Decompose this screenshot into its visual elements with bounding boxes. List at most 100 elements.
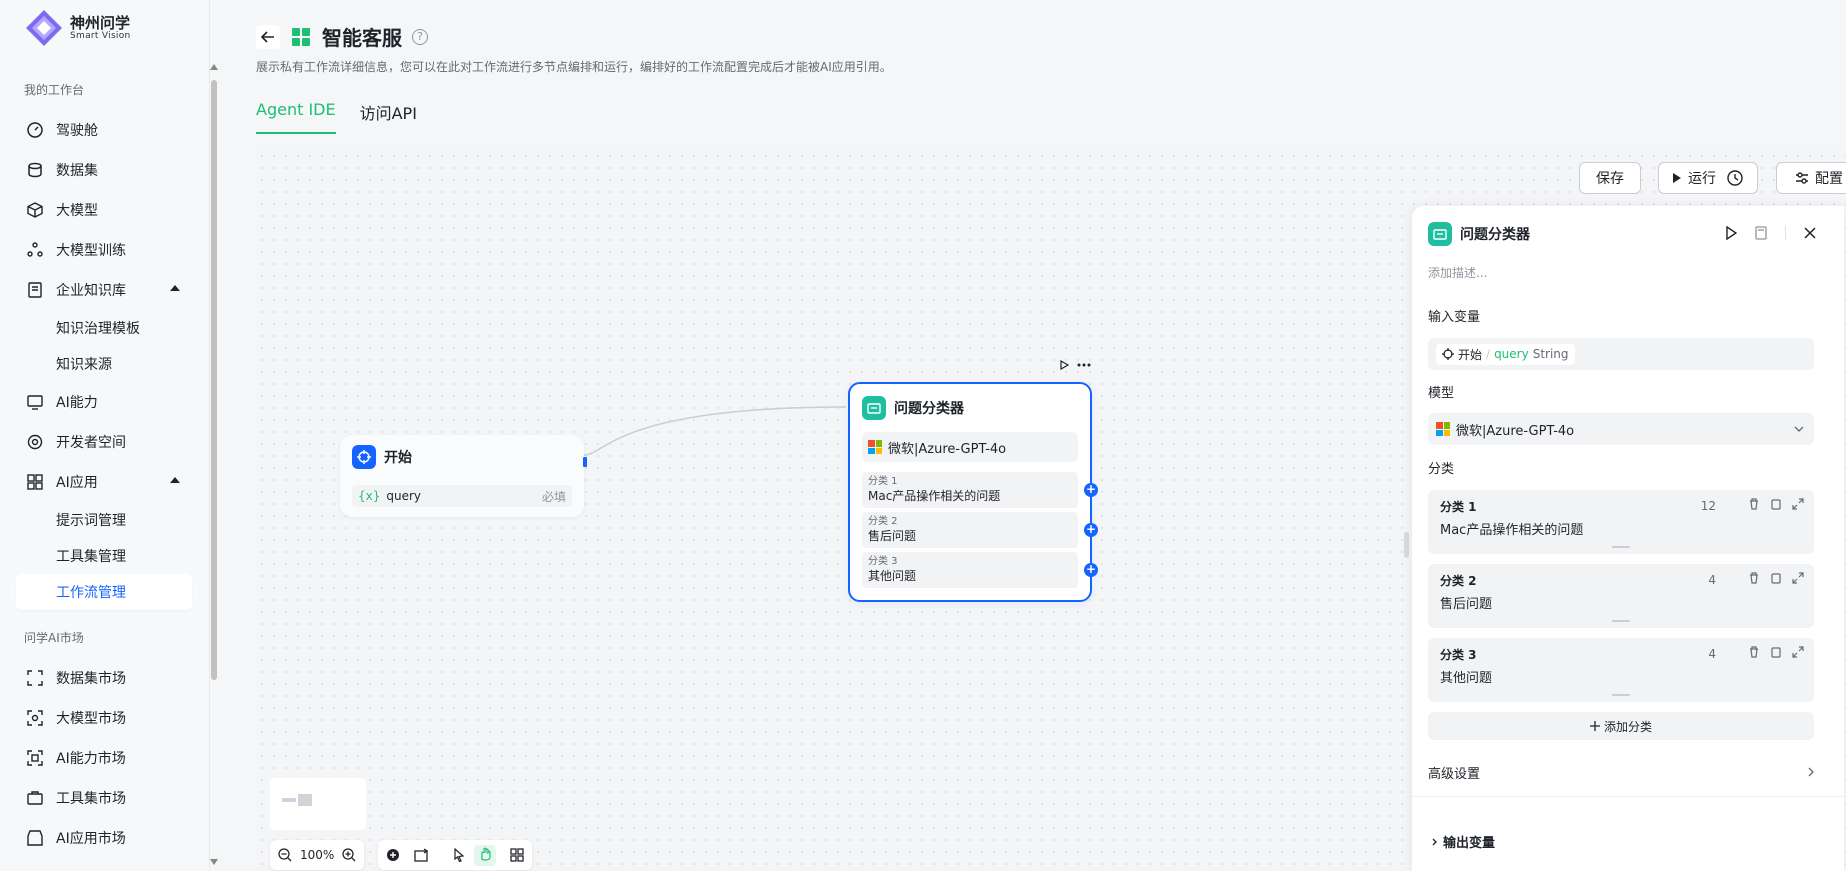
document-icon[interactable] xyxy=(1755,226,1767,240)
start-node[interactable]: 开始 {x} query 必填 xyxy=(340,435,587,517)
classification-item[interactable]: 分类 2 售后问题 4 xyxy=(1428,564,1814,628)
brand-logo[interactable]: 神州问学 Smart Vision xyxy=(24,8,131,48)
output-vars-toggle[interactable]: 输出变量 xyxy=(1432,832,1495,851)
nav-sub-prompt[interactable]: 提示词管理 xyxy=(16,502,192,538)
close-icon[interactable] xyxy=(1804,227,1816,239)
zoom-in-icon[interactable] xyxy=(342,848,356,862)
add-branch-plus-icon[interactable]: + xyxy=(1084,523,1098,537)
nav-item-ability-market[interactable]: AI能力市场 xyxy=(16,738,192,778)
drag-grip[interactable] xyxy=(1612,694,1630,696)
widgets-icon[interactable] xyxy=(510,848,524,862)
char-count: 4 xyxy=(1708,647,1716,661)
copy-icon[interactable] xyxy=(1770,572,1782,584)
main-area: 智能客服 ? 展示私有工作流详细信息，您可以在此对工作流进行多节点编排和运行，编… xyxy=(222,0,1846,871)
minimap-node xyxy=(282,798,296,802)
classification-item[interactable]: 分类 1 Mac产品操作相关的问题 12 xyxy=(1428,490,1814,554)
edge-connector xyxy=(583,406,847,456)
trash-icon[interactable] xyxy=(1748,646,1760,658)
config-button[interactable]: 配置 xyxy=(1776,162,1846,194)
collapse-caret-icon[interactable] xyxy=(170,285,180,291)
nav-item-toolset-market[interactable]: 工具集市场 xyxy=(16,778,192,818)
scroll-down-icon[interactable] xyxy=(210,859,218,865)
copy-icon[interactable] xyxy=(1770,646,1782,658)
expand-icon[interactable] xyxy=(1792,572,1804,584)
divider xyxy=(1785,226,1786,240)
start-output-handle[interactable] xyxy=(583,457,587,467)
nav-label: 工具集市场 xyxy=(56,791,126,807)
nav-sub-workflow[interactable]: 工作流管理 xyxy=(16,574,192,610)
model-select[interactable]: 微软|Azure-GPT-4o xyxy=(1428,413,1814,445)
classification-item-text[interactable]: Mac产品操作相关的问题 xyxy=(1440,519,1802,538)
collapse-caret-icon[interactable] xyxy=(170,477,180,483)
advanced-settings-row[interactable]: 高级设置 xyxy=(1428,760,1814,784)
nav-item-ai-app[interactable]: AI应用 xyxy=(16,462,192,502)
nav-sub-kb-source[interactable]: 知识来源 xyxy=(16,346,192,382)
more-dots-icon[interactable] xyxy=(1077,363,1091,367)
store-icon xyxy=(26,829,44,847)
drag-grip[interactable] xyxy=(1612,546,1630,548)
classification-item-text[interactable]: 售后问题 xyxy=(1440,593,1802,612)
node-run-icon[interactable] xyxy=(1059,360,1069,370)
classification-label: 分类 xyxy=(1428,462,1455,477)
history-clock-icon[interactable] xyxy=(1726,169,1744,187)
trash-icon[interactable] xyxy=(1748,572,1760,584)
nav-item-kb[interactable]: 企业知识库 xyxy=(16,270,192,310)
add-classification-label: 添加分类 xyxy=(1603,719,1652,734)
pointer-icon[interactable] xyxy=(452,848,466,862)
add-branch-plus-icon[interactable]: + xyxy=(1084,563,1098,577)
tab-agent-ide[interactable]: Agent IDE xyxy=(256,100,336,134)
run-button[interactable]: 运行 xyxy=(1658,162,1758,194)
help-icon[interactable]: ? xyxy=(412,28,428,45)
auto-layout-icon[interactable] xyxy=(414,848,430,862)
expand-icon[interactable] xyxy=(1792,646,1804,658)
app-grid-icon xyxy=(290,26,312,48)
classification-item[interactable]: 分类 3 其他问题 4 xyxy=(1428,638,1814,702)
train-icon xyxy=(26,241,44,259)
microsoft-logo-icon xyxy=(1436,422,1450,436)
dashboard-icon xyxy=(26,121,44,139)
start-node-title: 开始 xyxy=(384,450,412,466)
trash-icon[interactable] xyxy=(1748,498,1760,510)
add-branch-plus-icon[interactable]: + xyxy=(1084,483,1098,497)
input-var-separator: / xyxy=(1486,347,1491,361)
sidebar-scrollbar[interactable] xyxy=(208,60,220,871)
nav-item-dataset-market[interactable]: 数据集市场 xyxy=(16,658,192,698)
add-node-icon[interactable] xyxy=(386,848,400,862)
zoom-out-icon[interactable] xyxy=(278,848,292,862)
run-node-icon[interactable] xyxy=(1725,226,1737,240)
classifier-model: 微软|Azure-GPT-4o xyxy=(862,432,1078,462)
classification-item-text[interactable]: 其他问题 xyxy=(1440,667,1802,686)
item-actions xyxy=(1748,572,1804,584)
scroll-thumb[interactable] xyxy=(211,80,217,680)
nav-item-dataset[interactable]: 数据集 xyxy=(16,150,192,190)
panel-resize-handle[interactable] xyxy=(1404,532,1409,558)
minimap[interactable] xyxy=(270,778,366,830)
nav-item-ai-ability[interactable]: AI能力 xyxy=(16,382,192,422)
nav-sub-kb-template[interactable]: 知识治理模板 xyxy=(16,310,192,346)
input-var-field[interactable]: 开始 / query String xyxy=(1428,338,1814,370)
scroll-up-icon[interactable] xyxy=(210,64,218,70)
classifier-node[interactable]: 问题分类器 微软|Azure-GPT-4o 分类 1 Mac产品操作相关的问题 分… xyxy=(848,382,1098,602)
nav-sub-toolset[interactable]: 工具集管理 xyxy=(16,538,192,574)
back-arrow-icon[interactable] xyxy=(256,24,280,49)
nav-label: AI应用 xyxy=(56,475,98,491)
nav-item-llm-market[interactable]: 大模型市场 xyxy=(16,698,192,738)
add-classification-button[interactable]: 添加分类 xyxy=(1428,712,1814,740)
tab-access-api[interactable]: 访问API xyxy=(360,100,417,134)
description-input[interactable]: 添加描述... xyxy=(1428,264,1487,281)
canvas-tools xyxy=(378,840,532,870)
save-button[interactable]: 保存 xyxy=(1579,162,1641,194)
config-label: 配置 xyxy=(1815,171,1843,187)
drag-grip[interactable] xyxy=(1612,620,1630,622)
copy-icon[interactable] xyxy=(1770,498,1782,510)
nav-item-dev-space[interactable]: 开发者空间 xyxy=(16,422,192,462)
nav-item-cockpit[interactable]: 驾驶舱 xyxy=(16,110,192,150)
nav-item-llm-train[interactable]: 大模型训练 xyxy=(16,230,192,270)
nav-item-llm[interactable]: 大模型 xyxy=(16,190,192,230)
nav-item-app-market[interactable]: AI应用市场 xyxy=(16,818,192,858)
classifier-item-label: 分类 2 xyxy=(868,516,898,527)
expand-icon[interactable] xyxy=(1792,498,1804,510)
classifier-item-text: 售后问题 xyxy=(868,529,917,543)
nav-label: 数据集 xyxy=(56,163,98,179)
hand-pan-icon[interactable] xyxy=(474,844,496,866)
